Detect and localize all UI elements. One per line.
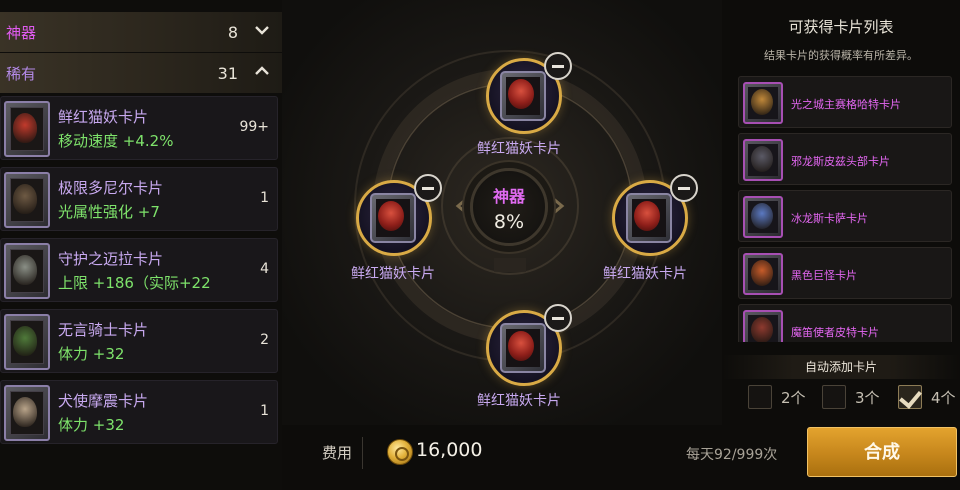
category-name: 稀有 bbox=[6, 64, 37, 83]
card-name: 冰龙斯卡萨卡片 bbox=[791, 212, 868, 225]
auto-add-label: 自动添加卡片 bbox=[722, 355, 960, 379]
card-thumbnail bbox=[4, 172, 50, 228]
result-probability: 8% bbox=[493, 211, 525, 233]
card-thumbnail bbox=[743, 82, 783, 124]
card-name: 魔笛使者皮特卡片 bbox=[791, 326, 879, 339]
gold-coin-icon bbox=[387, 439, 413, 465]
card-stat: 体力 +32 bbox=[58, 345, 125, 363]
remove-card-icon[interactable] bbox=[670, 174, 698, 202]
chevron-up-icon[interactable] bbox=[255, 66, 269, 77]
category-count: 31 bbox=[217, 63, 238, 83]
material-slot-left[interactable] bbox=[356, 174, 442, 256]
remove-card-icon[interactable] bbox=[544, 52, 572, 80]
obtainable-card-item[interactable]: 魔笛使者皮特卡片 bbox=[738, 304, 952, 342]
remove-card-icon[interactable] bbox=[414, 174, 442, 202]
card-thumbnail bbox=[743, 310, 783, 342]
obtainable-card-item[interactable]: 黑色巨怪卡片 bbox=[738, 247, 952, 299]
card-quantity: 99+ bbox=[239, 119, 269, 135]
card-thumbnail bbox=[4, 314, 50, 370]
obtainable-subtitle: 结果卡片的获得概率有所差异。 bbox=[764, 49, 918, 62]
card-name: 极限多尼尔卡片 bbox=[58, 179, 164, 197]
fee-label: 费用 bbox=[322, 444, 353, 462]
option-label: 3个 bbox=[855, 388, 880, 407]
slot-label: 鲜红猫妖卡片 bbox=[603, 266, 687, 282]
category-name: 神器 bbox=[6, 23, 37, 42]
card-image bbox=[500, 323, 546, 373]
card-category-panel: 神器 8 稀有 31 鲜红猫妖卡片 移动速度 +4.2% 99+ 极限多尼尔卡片… bbox=[0, 0, 282, 490]
card-thumbnail bbox=[743, 253, 783, 295]
card-name: 鲜红猫妖卡片 bbox=[58, 108, 149, 126]
obtainable-card-list[interactable]: 光之城主赛格哈特卡片 邪龙斯皮兹头部卡片 冰龙斯卡萨卡片 黑色巨怪卡片 魔笛使者… bbox=[738, 74, 954, 342]
slot-label: 鲜红猫妖卡片 bbox=[477, 141, 561, 157]
card-quantity: 1 bbox=[260, 190, 269, 206]
card-image bbox=[626, 193, 672, 243]
card-name: 黑色巨怪卡片 bbox=[791, 269, 857, 282]
auto-add-option-2[interactable]: 2个 bbox=[748, 383, 806, 411]
card-stat: 光属性强化 +7 bbox=[58, 203, 160, 221]
footer-bar: 费用 16,000 每天92/999次 合成 bbox=[282, 425, 960, 490]
card-name: 光之城主赛格哈特卡片 bbox=[791, 98, 901, 111]
card-list-item[interactable]: 犬使摩震卡片 体力 +32 1 bbox=[0, 380, 278, 444]
card-thumbnail bbox=[743, 139, 783, 181]
daily-limit: 每天92/999次 bbox=[686, 447, 778, 463]
card-list-item[interactable]: 鲜红猫妖卡片 移动速度 +4.2% 99+ bbox=[0, 96, 278, 160]
card-stat: 上限 +186（实际+22 bbox=[58, 274, 211, 292]
card-list-item[interactable]: 极限多尼尔卡片 光属性强化 +7 1 bbox=[0, 167, 278, 231]
card-image bbox=[500, 71, 546, 121]
category-artifact[interactable]: 神器 8 bbox=[0, 12, 282, 52]
card-name: 无言骑士卡片 bbox=[58, 321, 149, 339]
checkbox[interactable] bbox=[748, 385, 772, 409]
fee-amount: 16,000 bbox=[416, 439, 483, 461]
card-stat: 体力 +32 bbox=[58, 416, 125, 434]
slot-label: 鲜红猫妖卡片 bbox=[351, 266, 435, 282]
card-thumbnail bbox=[4, 385, 50, 441]
card-thumbnail bbox=[4, 101, 50, 157]
divider bbox=[362, 437, 363, 469]
auto-add-option-3[interactable]: 3个 bbox=[822, 383, 880, 411]
option-label: 2个 bbox=[781, 388, 806, 407]
result-rarity: 神器 bbox=[492, 187, 525, 206]
card-stat: 移动速度 +4.2% bbox=[58, 132, 174, 150]
card-list-item[interactable]: 无言骑士卡片 体力 +32 2 bbox=[0, 309, 278, 373]
checkbox-checked[interactable] bbox=[898, 385, 922, 409]
card-quantity: 2 bbox=[260, 332, 269, 348]
category-rare[interactable]: 稀有 31 bbox=[0, 53, 282, 93]
slot-label: 鲜红猫妖卡片 bbox=[477, 393, 561, 409]
material-slot-top[interactable] bbox=[486, 52, 572, 134]
option-label: 4个 bbox=[931, 388, 956, 407]
material-slot-bottom[interactable] bbox=[486, 304, 572, 386]
synthesize-button[interactable]: 合成 bbox=[807, 427, 957, 477]
obtainable-card-item[interactable]: 冰龙斯卡萨卡片 bbox=[738, 190, 952, 242]
chevron-down-icon[interactable] bbox=[255, 25, 269, 36]
checkbox[interactable] bbox=[822, 385, 846, 409]
card-image bbox=[370, 193, 416, 243]
card-quantity: 4 bbox=[260, 261, 269, 277]
obtainable-card-item[interactable]: 光之城主赛格哈特卡片 bbox=[738, 76, 952, 128]
result-probability-core: 神器 8% bbox=[470, 168, 548, 246]
card-thumbnail bbox=[4, 243, 50, 299]
remove-card-icon[interactable] bbox=[544, 304, 572, 332]
card-thumbnail bbox=[743, 196, 783, 238]
card-name: 邪龙斯皮兹头部卡片 bbox=[791, 155, 890, 168]
card-name: 守护之迈拉卡片 bbox=[58, 250, 164, 268]
material-slot-right[interactable] bbox=[612, 174, 698, 256]
category-count: 8 bbox=[227, 22, 238, 42]
synthesis-area: 鲜红猫妖卡片 鲜红猫妖卡片 鲜红猫妖卡片 鲜红猫妖卡片 神器 8% bbox=[282, 0, 722, 425]
obtainable-card-item[interactable]: 邪龙斯皮兹头部卡片 bbox=[738, 133, 952, 185]
card-quantity: 1 bbox=[260, 403, 269, 419]
obtainable-title: 可获得卡片列表 bbox=[788, 18, 894, 36]
card-list-item[interactable]: 守护之迈拉卡片 上限 +186（实际+22 4 bbox=[0, 238, 278, 302]
card-name: 犬使摩震卡片 bbox=[58, 392, 149, 410]
auto-add-option-4[interactable]: 4个 bbox=[898, 383, 956, 411]
